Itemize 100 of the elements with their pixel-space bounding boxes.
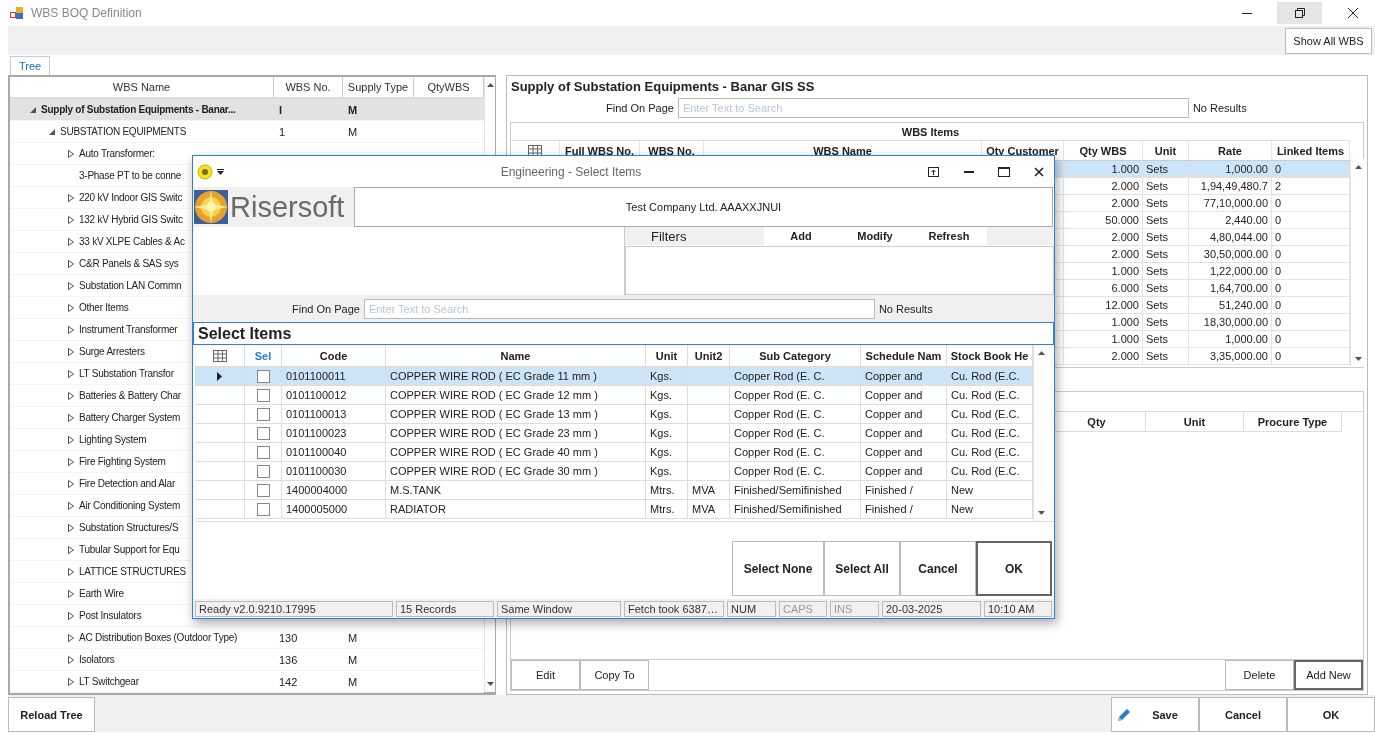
checkbox[interactable] xyxy=(256,445,270,459)
tree-toggle-icon[interactable] xyxy=(68,347,74,356)
tree-toggle-icon[interactable] xyxy=(68,149,74,158)
scroll-down-icon[interactable] xyxy=(486,682,494,686)
tree-toggle-icon[interactable] xyxy=(68,589,74,598)
checkbox[interactable] xyxy=(256,502,270,516)
reload-tree-button[interactable]: Reload Tree xyxy=(8,697,95,732)
column-header[interactable]: Procure Type xyxy=(1257,415,1328,428)
grid-action-button[interactable]: Edit xyxy=(511,660,580,690)
status-field: NUM xyxy=(727,600,776,617)
column-header[interactable]: Unit2 xyxy=(694,349,723,362)
tree-toggle-icon[interactable] xyxy=(68,501,74,510)
tree-toggle-icon[interactable] xyxy=(68,611,74,620)
column-header[interactable]: WBS No. xyxy=(648,144,695,157)
grid-row[interactable]: 0101100023 COPPER WIRE ROD ( EC Grade 23 mm ) Kgs. Copper Rod (E. C. Copper and Cu. Rod (E.C. xyxy=(195,424,1033,443)
tab[interactable]: Tree xyxy=(10,56,51,75)
table-cell: COPPER WIRE ROD ( EC Grade 13 mm ) xyxy=(390,408,598,420)
table-cell: Cu. Rod (E.C. xyxy=(951,370,1020,382)
column-header[interactable]: Name xyxy=(500,349,531,362)
column-header[interactable]: Unit xyxy=(1183,415,1206,428)
grid-row[interactable]: 1400004000 M.S.TANK Mtrs. MVA Finished/Semifinished Finished / New xyxy=(195,481,1033,500)
filter-action-link[interactable]: Modify xyxy=(838,230,912,242)
scrollbar[interactable] xyxy=(1350,159,1366,367)
column-header[interactable]: Linked Items xyxy=(1276,144,1345,157)
dialog-button[interactable]: Select None xyxy=(732,541,824,596)
dialog-button[interactable]: Cancel xyxy=(900,541,976,596)
grid-row[interactable]: 0101100013 COPPER WIRE ROD ( EC Grade 13 mm ) Kgs. Copper Rod (E. C. Copper and Cu. Rod (E.C. xyxy=(195,405,1033,424)
grid-row[interactable]: 0101100012 COPPER WIRE ROD ( EC Grade 12 mm ) Kgs. Copper Rod (E. C. Copper and Cu. Rod (E.C. xyxy=(195,386,1033,405)
tree-toggle-icon[interactable] xyxy=(68,479,74,488)
action-button[interactable]: Cancel xyxy=(1199,697,1287,732)
tree-toggle-icon[interactable] xyxy=(68,633,74,642)
checkbox[interactable] xyxy=(256,483,270,497)
column-header[interactable]: Schedule Nam xyxy=(865,349,942,362)
tree-toggle-icon[interactable] xyxy=(68,325,74,334)
column-header[interactable]: Supply Type xyxy=(343,77,414,97)
show-all-wbs-button[interactable]: Show All WBS xyxy=(1285,27,1372,54)
grid-row[interactable]: 1400005000 RADIATOR Mtrs. MVA Finished/Semifinished Finished / New xyxy=(195,500,1033,519)
action-button[interactable]: Save xyxy=(1111,697,1199,732)
checkbox[interactable] xyxy=(256,426,270,440)
column-header[interactable]: Unit xyxy=(655,349,678,362)
tree-toggle-icon[interactable] xyxy=(68,677,74,686)
search-field[interactable]: Enter Text to Search xyxy=(363,298,875,319)
table-cell: Copper Rod (E. C. xyxy=(734,427,825,439)
tree-toggle-icon[interactable] xyxy=(68,193,74,202)
table-cell: 1,64,700.00 xyxy=(1209,282,1268,294)
dialog-button[interactable]: OK xyxy=(976,541,1052,596)
tree-toggle-icon[interactable] xyxy=(68,369,74,378)
grid-action-button[interactable]: Copy To xyxy=(580,660,649,690)
column-header[interactable]: Sub Category xyxy=(759,349,831,362)
checkbox[interactable] xyxy=(256,369,270,383)
filter-action-link[interactable]: Add xyxy=(764,230,838,242)
column-header[interactable]: Full WBS No. xyxy=(564,144,634,157)
action-button[interactable]: OK xyxy=(1287,697,1375,732)
tree-toggle-icon[interactable] xyxy=(68,567,74,576)
tree-node-label: Batteries & Battery Char xyxy=(79,390,181,401)
table-cell: Cu. Rod (E.C. xyxy=(951,446,1020,458)
tree-toggle-icon[interactable] xyxy=(68,391,74,400)
column-header[interactable]: Unit xyxy=(1154,144,1177,157)
restore-button[interactable] xyxy=(1277,2,1322,24)
column-header[interactable]: WBS Name xyxy=(813,144,872,157)
tree-toggle-icon[interactable] xyxy=(68,303,74,312)
grid-row[interactable]: 0101100030 COPPER WIRE ROD ( EC Grade 30 mm ) Kgs. Copper Rod (E. C. Copper and Cu. Rod (E.C. xyxy=(195,462,1033,481)
checkbox[interactable] xyxy=(256,388,270,402)
tree-toggle-icon[interactable] xyxy=(68,259,74,268)
scroll-up-icon[interactable] xyxy=(1038,351,1045,355)
tree-toggle-icon[interactable] xyxy=(68,545,74,554)
tree-toggle-icon[interactable] xyxy=(30,105,36,114)
grid-row[interactable]: 0101100040 COPPER WIRE ROD ( EC Grade 40 mm ) Kgs. Copper Rod (E. C. Copper and Cu. Rod (E.C. xyxy=(195,443,1033,462)
column-header[interactable]: WBS No. xyxy=(274,77,343,97)
dialog-button[interactable]: Select All xyxy=(824,541,900,596)
tree-toggle-icon[interactable] xyxy=(68,413,74,422)
tree-toggle-icon[interactable] xyxy=(68,237,74,246)
checkbox[interactable] xyxy=(256,407,270,421)
scroll-up-icon[interactable] xyxy=(486,83,494,87)
column-header[interactable]: WBS Name xyxy=(10,77,274,97)
tree-toggle-icon[interactable] xyxy=(68,457,74,466)
search-field[interactable]: Enter Text to Search xyxy=(677,98,1189,118)
tree-toggle-icon[interactable] xyxy=(49,127,55,136)
grid-row[interactable]: 0101100011 COPPER WIRE ROD ( EC Grade 11 mm ) Kgs. Copper Rod (E. C. Copper and Cu. Rod (E.C. xyxy=(195,367,1033,386)
column-header[interactable]: Sel xyxy=(254,349,272,362)
scroll-down-icon[interactable] xyxy=(1038,511,1045,515)
tree-toggle-icon[interactable] xyxy=(68,435,74,444)
tree-toggle-icon[interactable] xyxy=(68,655,74,664)
tree-toggle-icon[interactable] xyxy=(68,523,74,532)
scroll-down-icon[interactable] xyxy=(1355,357,1362,361)
tree-toggle-icon[interactable] xyxy=(68,215,74,224)
grid-action-button[interactable]: Add New xyxy=(1294,660,1363,690)
column-header[interactable]: Qty xyxy=(1087,415,1106,428)
column-header[interactable]: Stock Book He xyxy=(950,349,1029,362)
checkbox[interactable] xyxy=(256,464,270,478)
filter-action-link[interactable]: Refresh xyxy=(912,230,986,242)
grid-action-button[interactable]: Delete xyxy=(1225,660,1294,690)
tree-toggle-icon[interactable] xyxy=(68,281,74,290)
column-header[interactable]: Rate xyxy=(1218,144,1242,157)
column-header[interactable]: Qty WBS xyxy=(1079,144,1127,157)
scroll-up-icon[interactable] xyxy=(1355,165,1362,169)
caret-icon[interactable] xyxy=(217,168,224,175)
tree-row[interactable]: Supply of Substation Equipments - Banar... I M xyxy=(10,99,484,121)
column-header[interactable]: Code xyxy=(319,349,348,362)
tree-node-label: 33 kV XLPE Cables & Ac xyxy=(79,236,185,247)
